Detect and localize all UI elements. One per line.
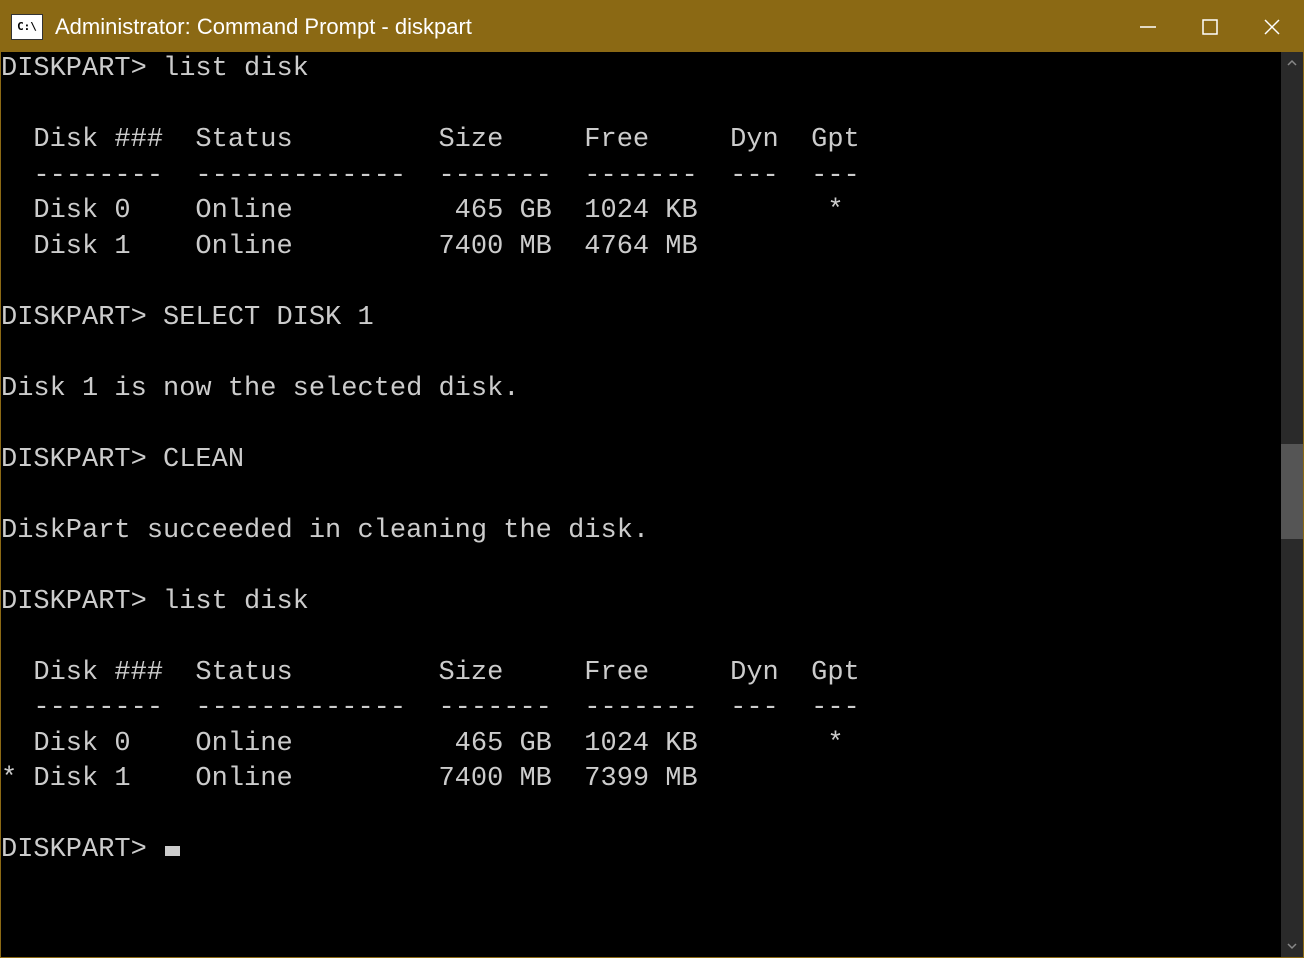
scroll-thumb[interactable] [1281, 444, 1303, 539]
vertical-scrollbar[interactable] [1281, 52, 1303, 957]
terminal-output[interactable]: DISKPART> list disk Disk ### Status Size… [1, 52, 1281, 957]
terminal-prompt: DISKPART> [1, 445, 147, 475]
titlebar[interactable]: Administrator: Command Prompt - diskpart [1, 1, 1303, 52]
command-prompt-window: Administrator: Command Prompt - diskpart… [0, 0, 1304, 958]
table-row: Disk 0 Online 465 GB 1024 KB * [1, 196, 844, 226]
table-divider: -------- ------------- ------- ------- -… [1, 693, 860, 723]
terminal-output-line: DiskPart succeeded in cleaning the disk. [1, 516, 649, 546]
table-row: * Disk 1 Online 7400 MB 7399 MB [1, 764, 698, 794]
scroll-track[interactable] [1281, 74, 1303, 935]
close-icon [1263, 18, 1281, 36]
terminal-command: SELECT DISK 1 [163, 303, 374, 333]
table-header: Disk ### Status Size Free Dyn Gpt [1, 125, 860, 155]
minimize-button[interactable] [1117, 1, 1179, 52]
terminal-prompt: DISKPART> [1, 835, 147, 865]
terminal-prompt: DISKPART> [1, 587, 147, 617]
scroll-up-arrow-icon[interactable] [1281, 52, 1303, 74]
terminal-output-line: Disk 1 is now the selected disk. [1, 374, 519, 404]
table-divider: -------- ------------- ------- ------- -… [1, 161, 860, 191]
client-area: DISKPART> list disk Disk ### Status Size… [1, 52, 1303, 957]
table-row: Disk 1 Online 7400 MB 4764 MB [1, 232, 698, 262]
terminal-prompt: DISKPART> [1, 54, 147, 84]
minimize-icon [1139, 18, 1157, 36]
close-button[interactable] [1241, 1, 1303, 52]
terminal-command: list disk [163, 54, 309, 84]
terminal-command: CLEAN [163, 445, 244, 475]
maximize-button[interactable] [1179, 1, 1241, 52]
window-title: Administrator: Command Prompt - diskpart [55, 14, 1117, 40]
maximize-icon [1201, 18, 1219, 36]
table-header: Disk ### Status Size Free Dyn Gpt [1, 658, 860, 688]
scroll-down-arrow-icon[interactable] [1281, 935, 1303, 957]
terminal-command: list disk [163, 587, 309, 617]
cursor [165, 846, 180, 856]
window-controls [1117, 1, 1303, 52]
table-row: Disk 0 Online 465 GB 1024 KB * [1, 729, 844, 759]
cmd-icon [11, 14, 43, 40]
terminal-prompt: DISKPART> [1, 303, 147, 333]
